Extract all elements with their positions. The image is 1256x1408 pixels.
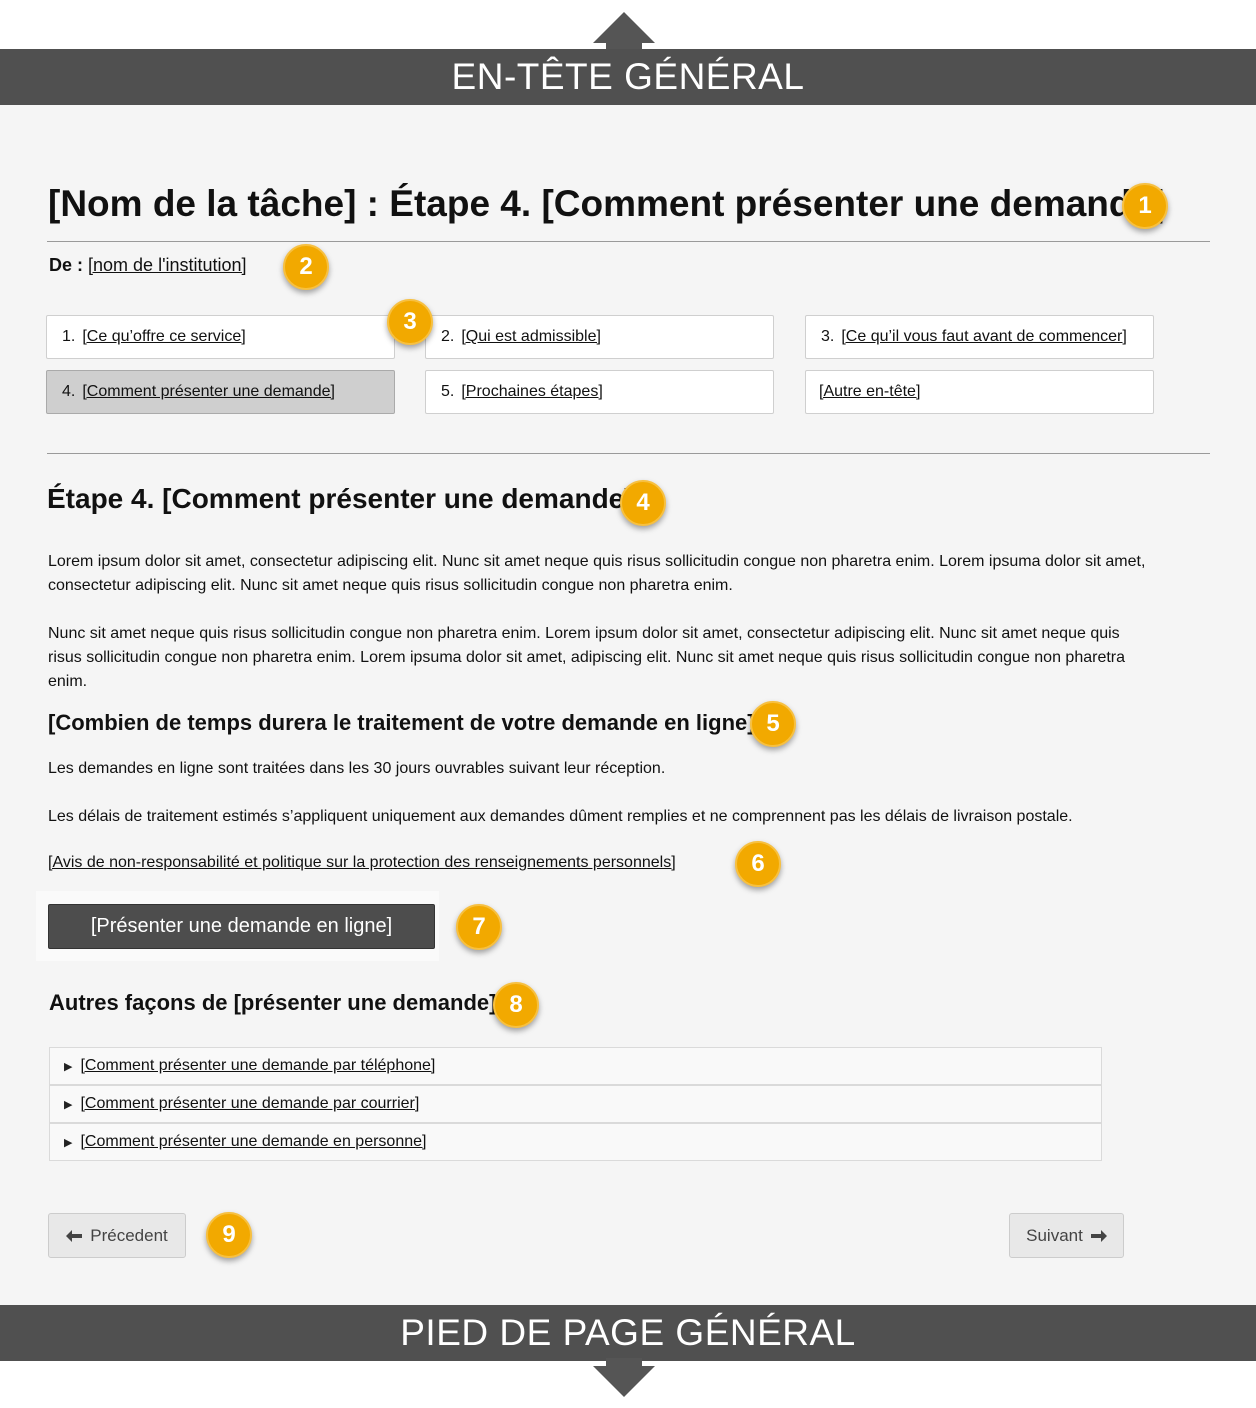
annotation-badge-9: 9 (206, 1212, 252, 1258)
apply-online-button[interactable]: [Présenter une demande en ligne] (48, 904, 435, 949)
step-label: [Ce qu’il vous faut avant de commencer] (841, 328, 1127, 345)
main-content: [Nom de la tâche] : Étape 4. [Comment pr… (0, 105, 1256, 1305)
caret-right-icon: ▶ (64, 1098, 73, 1111)
previous-button[interactable]: Précedent (48, 1213, 186, 1258)
arrow-down-icon (593, 1366, 655, 1397)
annotation-badge-4: 4 (620, 480, 666, 526)
previous-label: Précedent (90, 1225, 168, 1245)
section-heading: Étape 4. [Comment présenter une demande] (47, 483, 634, 514)
tabs-divider (47, 453, 1210, 454)
arrow-up-icon (593, 12, 655, 43)
disclaimer-link[interactable]: [Avis de non-responsabilité et politique… (48, 854, 676, 872)
accordion-label: [Comment présenter une demande en person… (80, 1133, 427, 1150)
global-header-band: EN-TÊTE GÉNÉRAL (0, 49, 1256, 105)
caret-right-icon: ▶ (64, 1136, 73, 1149)
step-label: [Prochaines étapes] (461, 383, 603, 400)
annotation-badge-3: 3 (387, 299, 433, 345)
global-header-label: EN-TÊTE GÉNÉRAL (451, 56, 805, 97)
step-number: 4. (62, 383, 76, 400)
annotation-badge-5: 5 (750, 701, 796, 747)
step-number: 1. (62, 328, 76, 345)
processing-time-text: Les demandes en ligne sont traitées dans… (48, 760, 666, 777)
accordion-in-person[interactable]: ▶ [Comment présenter une demande en pers… (49, 1123, 1102, 1161)
annotation-badge-1: 1 (1122, 183, 1168, 229)
step-tab-1[interactable]: 1. [Ce qu’offre ce service] (46, 315, 395, 359)
institution-line: De : [nom de l'institution] (49, 255, 247, 276)
annotation-badge-7: 7 (456, 904, 502, 950)
annotation-badge-2: 2 (283, 244, 329, 290)
processing-heading: [Combien de temps durera le traitement d… (48, 710, 755, 735)
global-footer-band: PIED DE PAGE GÉNÉRAL (0, 1305, 1256, 1361)
other-ways-heading: Autres façons de [présenter une demande] (49, 990, 497, 1015)
step-label: [Comment présenter une demande] (82, 383, 335, 400)
step-tab-3[interactable]: 3. [Ce qu’il vous faut avant de commence… (805, 315, 1154, 359)
caret-right-icon: ▶ (64, 1060, 73, 1073)
step-tab-2[interactable]: 2. [Qui est admissible] (425, 315, 774, 359)
title-divider (47, 241, 1210, 242)
page-title: [Nom de la tâche] : Étape 4. [Comment pr… (48, 183, 1165, 224)
from-label: De : (49, 255, 84, 275)
step-label: [Qui est admissible] (461, 328, 601, 345)
institution-link[interactable]: [nom de l'institution] (88, 255, 247, 275)
step-tab-other[interactable]: [Autre en-tête] (805, 370, 1154, 414)
annotation-badge-8: 8 (493, 982, 539, 1028)
step-label: [Ce qu’offre ce service] (82, 328, 246, 345)
body-paragraph-2: Nunc sit amet neque quis risus sollicitu… (48, 625, 1126, 690)
global-footer-label: PIED DE PAGE GÉNÉRAL (400, 1312, 856, 1353)
next-button[interactable]: Suivant (1009, 1213, 1124, 1258)
step-number: 5. (441, 383, 455, 400)
step-tab-5[interactable]: 5. [Prochaines étapes] (425, 370, 774, 414)
arrow-right-icon (1090, 1229, 1107, 1242)
accordion-label: [Comment présenter une demande par télép… (80, 1057, 436, 1074)
next-label: Suivant (1026, 1225, 1083, 1245)
step-number: 3. (821, 328, 835, 345)
accordion-label: [Comment présenter une demande par courr… (80, 1095, 420, 1112)
processing-note-text: Les délais de traitement estimés s’appli… (48, 808, 1073, 825)
accordion-phone[interactable]: ▶ [Comment présenter une demande par tél… (49, 1047, 1102, 1085)
annotation-badge-6: 6 (735, 841, 781, 887)
accordion-mail[interactable]: ▶ [Comment présenter une demande par cou… (49, 1085, 1102, 1123)
step-tab-4-active[interactable]: 4. [Comment présenter une demande] (46, 370, 395, 414)
arrow-left-icon (66, 1229, 83, 1242)
step-label: [Autre en-tête] (819, 383, 921, 400)
body-paragraph-1: Lorem ipsum dolor sit amet, consectetur … (48, 553, 1146, 594)
step-number: 2. (441, 328, 455, 345)
